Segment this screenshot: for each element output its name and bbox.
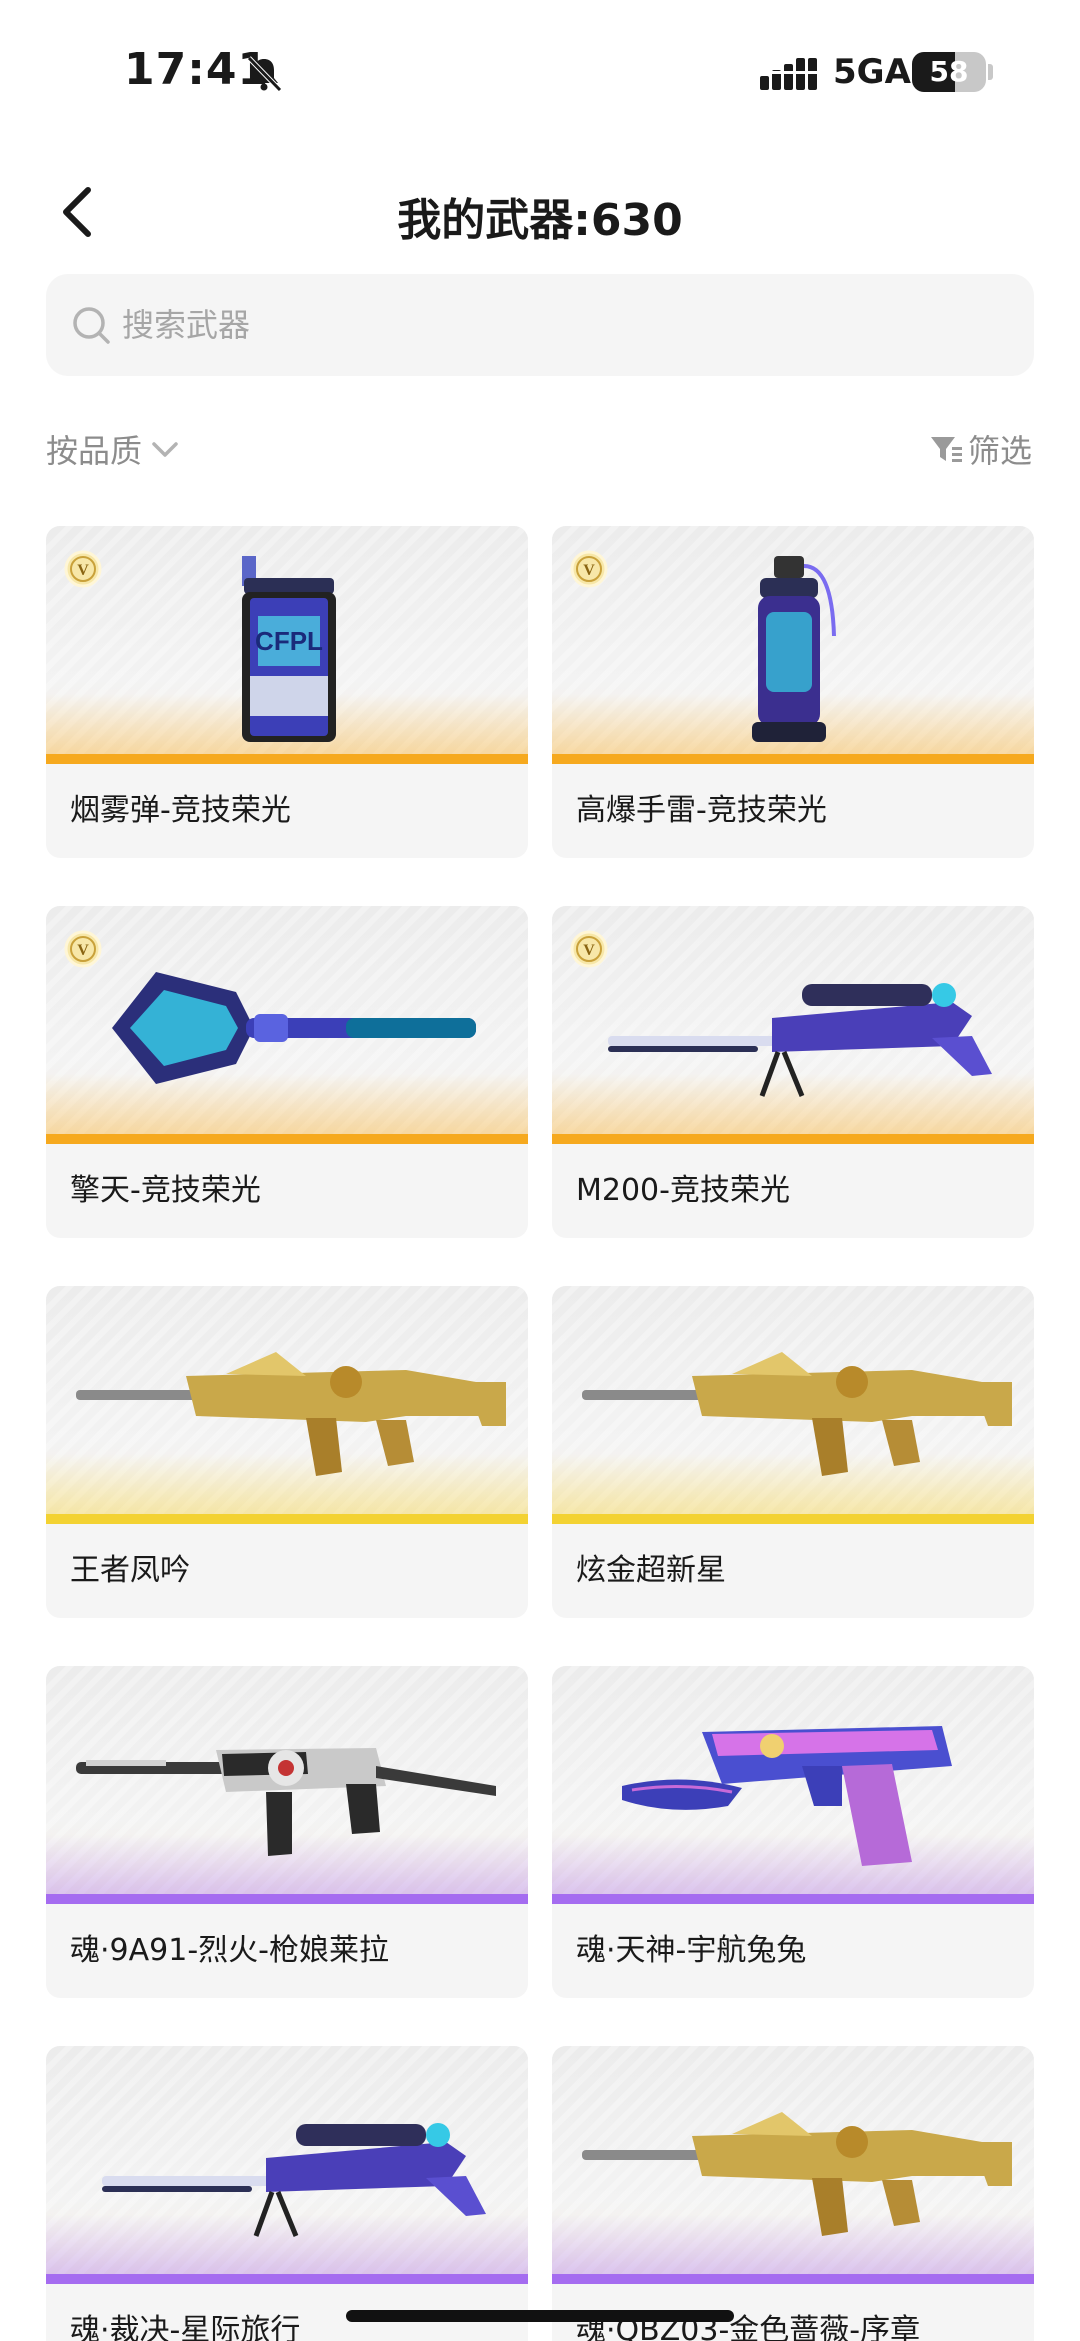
smoke-grenade-icon: CFPL [46,526,528,764]
weapon-image [552,1666,1034,1904]
filter-icon [931,437,962,462]
weapon-image: V [552,526,1034,764]
weapon-card[interactable]: V 高爆手雷-竞技荣光 [552,526,1034,858]
smg-icon [46,1666,528,1904]
weapon-card[interactable]: V CFPL 烟雾弹-竞技荣光 [46,526,528,858]
home-indicator [346,2310,734,2322]
svg-text:CFPL: CFPL [255,626,323,656]
weapon-image [46,1286,528,1524]
sniper-rifle-icon [552,906,1034,1144]
pistol-icon [552,1666,1034,1904]
weapon-image: V [552,906,1034,1144]
sort-label: 按品质 [46,432,143,470]
weapon-card[interactable]: 炫金超新星 [552,1286,1034,1618]
chevron-down-icon [152,442,178,457]
svg-text:V: V [77,562,89,579]
page-title: 我的武器:630 [397,195,683,246]
header: 我的武器:630 [0,160,1080,260]
shovel-melee-icon [46,906,528,1144]
weapon-image [552,1286,1034,1524]
weapon-image [46,2046,528,2284]
weapon-image [46,1666,528,1904]
vip-badge-icon: V [64,930,102,968]
bell-muted-icon [247,56,282,92]
weapon-name: 高爆手雷-竞技荣光 [576,793,827,828]
network-type: 5GA [833,52,911,92]
weapon-card[interactable]: 王者凤吟 [46,1286,528,1618]
battery-icon: 58 [912,52,986,92]
assault-rifle-icon [552,2046,1034,2284]
sniper-rifle-icon [46,2046,528,2284]
assault-rifle-icon [46,1286,528,1524]
weapon-image: V CFPL [46,526,528,764]
weapon-card[interactable]: 魂·裁决-星际旅行 [46,2046,528,2341]
weapon-card[interactable]: V M200-竞技荣光 [552,906,1034,1238]
weapon-name: 魂·裁决-星际旅行 [70,2313,301,2341]
weapon-name: 擎天-竞技荣光 [70,1173,261,1208]
search-input[interactable] [122,274,1002,376]
vip-badge-icon: V [570,930,608,968]
search-box[interactable] [46,274,1034,376]
frag-grenade-icon [552,526,1034,764]
battery-tip [988,64,993,80]
weapon-card[interactable]: V 擎天-竞技荣光 [46,906,528,1238]
svg-text:V: V [77,942,89,959]
weapon-image: V [46,906,528,1144]
weapon-name: 王者凤吟 [70,1553,190,1588]
vip-badge-icon: V [570,550,608,588]
weapon-card[interactable]: 魂·QBZ03-金色蔷薇-序章 [552,2046,1034,2341]
svg-text:V: V [583,942,595,959]
vip-badge-icon: V [64,550,102,588]
signal-icon [760,58,818,90]
weapon-name: 魂·天神-宇航兔兔 [576,1933,807,1968]
weapon-card[interactable]: 魂·天神-宇航兔兔 [552,1666,1034,1998]
status-bar: 17:41 5GA 58 [0,0,1080,140]
sort-dropdown[interactable]: 按品质 [46,424,182,474]
search-icon [73,307,110,344]
weapon-name: 炫金超新星 [576,1553,726,1588]
filter-label: 筛选 [968,432,1033,470]
svg-text:V: V [583,562,595,579]
assault-rifle-icon [552,1286,1034,1524]
weapon-name: M200-竞技荣光 [576,1173,790,1208]
weapon-image [552,2046,1034,2284]
filter-button[interactable]: 筛选 [928,424,1032,474]
weapon-name: 魂·9A91-烈火-枪娘莱拉 [70,1933,389,1968]
weapon-name: 烟雾弹-竞技荣光 [70,793,291,828]
weapon-card[interactable]: 魂·9A91-烈火-枪娘莱拉 [46,1666,528,1998]
battery-level: 58 [929,55,969,88]
